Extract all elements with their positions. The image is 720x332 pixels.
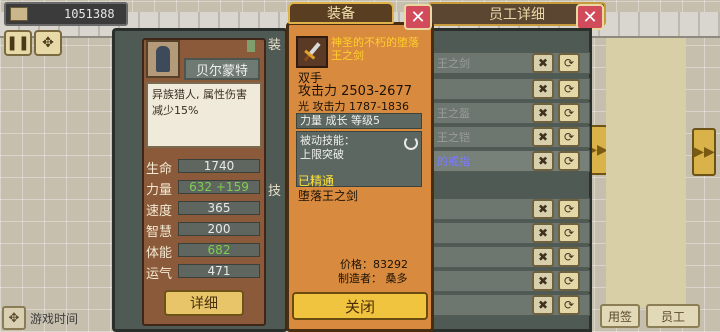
stat-row-wisdom: 智慧 200: [146, 220, 264, 240]
item-owner-name: 堕落王之剑: [298, 189, 359, 203]
stat-bar: 200: [178, 222, 260, 236]
character-figure: [156, 46, 170, 72]
stat-label: 体能: [146, 246, 173, 261]
character-description: 异族猎人, 属性伤害减少15%: [146, 82, 262, 148]
passive-skill-title: 被动技能：: [300, 134, 355, 147]
scroll-right-button[interactable]: ▶▶: [692, 128, 716, 176]
detail-button[interactable]: 详细: [164, 290, 244, 316]
footer-left-button[interactable]: 用签: [600, 304, 640, 328]
stat-label: 智慧: [146, 225, 173, 240]
unequip-button[interactable]: ✖: [532, 295, 554, 315]
unequip-button[interactable]: ✖: [532, 79, 554, 99]
stat-bar: 471: [178, 264, 260, 278]
stat-bar: 632 +159: [178, 180, 260, 194]
item-hand-type: 双手: [298, 71, 323, 85]
swap-button[interactable]: ⟳: [558, 199, 580, 219]
stat-label: 力量: [146, 183, 173, 198]
unequip-button[interactable]: ✖: [532, 151, 554, 171]
list-item-name: 王之盔: [437, 107, 470, 120]
list-item-name: 王之剑: [437, 57, 470, 70]
stat-bar: 365: [178, 201, 260, 215]
swap-button[interactable]: ⟳: [558, 247, 580, 267]
stat-row-speed: 速度 365: [146, 199, 264, 219]
item-maker: 制造者： 桑多: [338, 272, 408, 285]
character-portrait: [146, 40, 180, 78]
pause-button[interactable]: ❚❚: [4, 30, 32, 56]
item-attack: 攻击力 2503-2677: [298, 84, 412, 99]
popup-close-icon[interactable]: ✕: [404, 4, 432, 30]
stat-row-strength: 力量 632 +159: [146, 178, 264, 198]
close-button[interactable]: 关闭: [292, 292, 428, 320]
item-name: 神圣的不朽的堕落王之剑: [331, 36, 419, 62]
tab-equipment[interactable]: 装: [268, 34, 281, 53]
stat-value: 1740: [203, 159, 235, 173]
settings-button[interactable]: ✥: [34, 30, 62, 56]
rank-icon: [247, 40, 255, 52]
stat-row-luck: 运气 471: [146, 262, 264, 282]
unequip-button[interactable]: ✖: [532, 53, 554, 73]
unequip-button[interactable]: ✖: [532, 247, 554, 267]
stat-value: 632 +159: [189, 180, 249, 194]
stat-value: 200: [207, 222, 231, 236]
stat-label: 运气: [146, 267, 173, 282]
close-detail-button[interactable]: ✕: [576, 4, 604, 30]
money-display: 1051388: [4, 2, 128, 26]
swap-button[interactable]: ⟳: [558, 79, 580, 99]
stat-value: 682: [207, 243, 231, 257]
swap-button[interactable]: ⟳: [558, 151, 580, 171]
item-growth: 力量 成长 等级5: [296, 113, 422, 129]
stat-bar: 682: [178, 243, 260, 257]
unequip-button[interactable]: ✖: [532, 271, 554, 291]
sword-icon: [296, 36, 328, 68]
skill-cycle-icon: [404, 136, 418, 150]
stat-label: 生命: [146, 162, 173, 177]
swap-button[interactable]: ⟳: [558, 103, 580, 123]
item-light-attack: 光 攻击力 1787-1836: [298, 100, 409, 113]
sword-icon-graphic: [303, 42, 321, 62]
stat-value: 365: [207, 201, 231, 215]
footer-employee-button[interactable]: 员工: [646, 304, 700, 328]
money-value: 1051388: [64, 7, 115, 21]
tab-skills[interactable]: 技: [268, 180, 281, 199]
popup-title: 装备: [288, 2, 394, 24]
stat-value: 471: [207, 264, 231, 278]
stat-label: 速度: [146, 204, 173, 219]
swap-button[interactable]: ⟳: [558, 53, 580, 73]
money-icon: [10, 7, 28, 21]
stat-row-stamina: 体能 682: [146, 241, 264, 261]
swap-button[interactable]: ⟳: [558, 295, 580, 315]
game-time-label: 游戏时间: [30, 312, 79, 326]
list-item-name: 王之铠: [437, 131, 470, 144]
unequip-button[interactable]: ✖: [532, 127, 554, 147]
character-name: 贝尔蒙特: [184, 58, 260, 80]
unequip-button[interactable]: ✖: [532, 223, 554, 243]
swap-button[interactable]: ⟳: [558, 271, 580, 291]
swap-button[interactable]: ⟳: [558, 223, 580, 243]
side-panel: [606, 38, 686, 308]
stat-row-hp: 生命 1740: [146, 157, 264, 177]
stat-bar: 1740: [178, 159, 260, 173]
swap-button[interactable]: ⟳: [558, 127, 580, 147]
list-item-name: 的戒指: [437, 155, 470, 168]
unequip-button[interactable]: ✖: [532, 103, 554, 123]
passive-skill-name: 上限突破: [300, 148, 344, 161]
unequip-button[interactable]: ✖: [532, 199, 554, 219]
move-icon[interactable]: ✥: [2, 306, 26, 330]
